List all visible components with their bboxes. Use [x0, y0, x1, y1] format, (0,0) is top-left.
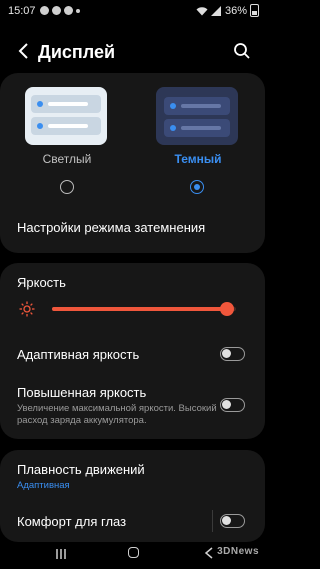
notification-icon — [40, 6, 49, 15]
divider — [212, 510, 213, 532]
search-icon[interactable] — [233, 42, 251, 60]
more-notifications-icon — [76, 9, 80, 13]
notification-icon — [64, 6, 73, 15]
motion-smoothness-value: Адаптивная — [17, 480, 70, 491]
eye-comfort-label[interactable]: Комфорт для глаз — [17, 514, 126, 529]
adaptive-brightness-label: Адаптивная яркость — [17, 347, 140, 362]
light-theme-preview[interactable] — [25, 87, 107, 145]
back-arrow-icon[interactable] — [14, 41, 34, 61]
home-icon[interactable] — [128, 547, 139, 558]
app-header: Дисплей — [0, 34, 265, 70]
navigation-bar: 3DNews — [0, 542, 265, 569]
wifi-icon — [196, 6, 208, 15]
theme-card: Светлый Темный Настройки режима затемнен… — [0, 73, 265, 253]
motion-card: Плавность движений Адаптивная Комфорт дл… — [0, 450, 265, 542]
watermark-logo: 3DNews — [217, 546, 259, 557]
dark-theme-preview[interactable] — [156, 87, 238, 145]
light-theme-radio[interactable] — [60, 180, 74, 194]
dark-theme-label: Темный — [174, 152, 222, 166]
dark-mode-settings-item[interactable]: Настройки режима затемнения — [17, 220, 205, 235]
status-time: 15:07 — [8, 5, 36, 17]
status-bar: 15:07 36% — [0, 0, 265, 22]
notification-icon — [52, 6, 61, 15]
brightness-slider-fill — [52, 307, 227, 311]
back-icon[interactable] — [204, 547, 214, 559]
brightness-card: Яркость Адаптивная яркость Повышенная яр… — [0, 263, 265, 439]
motion-smoothness-item[interactable]: Плавность движений — [17, 462, 145, 477]
light-theme-label: Светлый — [42, 152, 92, 166]
brightness-slider[interactable] — [52, 302, 236, 316]
extra-brightness-description: Увеличение максимальной яркости. Высокий… — [17, 403, 217, 426]
page-title: Дисплей — [38, 42, 116, 62]
battery-icon — [250, 4, 259, 17]
adaptive-brightness-toggle[interactable] — [220, 347, 245, 361]
dark-theme-radio[interactable] — [190, 180, 204, 194]
extra-brightness-toggle[interactable] — [220, 398, 245, 412]
recent-apps-icon[interactable] — [55, 548, 67, 560]
brightness-label: Яркость — [17, 275, 66, 290]
extra-brightness-label: Повышенная яркость — [17, 385, 147, 400]
signal-icon — [210, 5, 221, 16]
eye-comfort-toggle[interactable] — [220, 514, 245, 528]
sun-icon — [19, 301, 35, 317]
brightness-slider-thumb[interactable] — [219, 302, 234, 316]
battery-percent: 36% — [224, 4, 247, 17]
